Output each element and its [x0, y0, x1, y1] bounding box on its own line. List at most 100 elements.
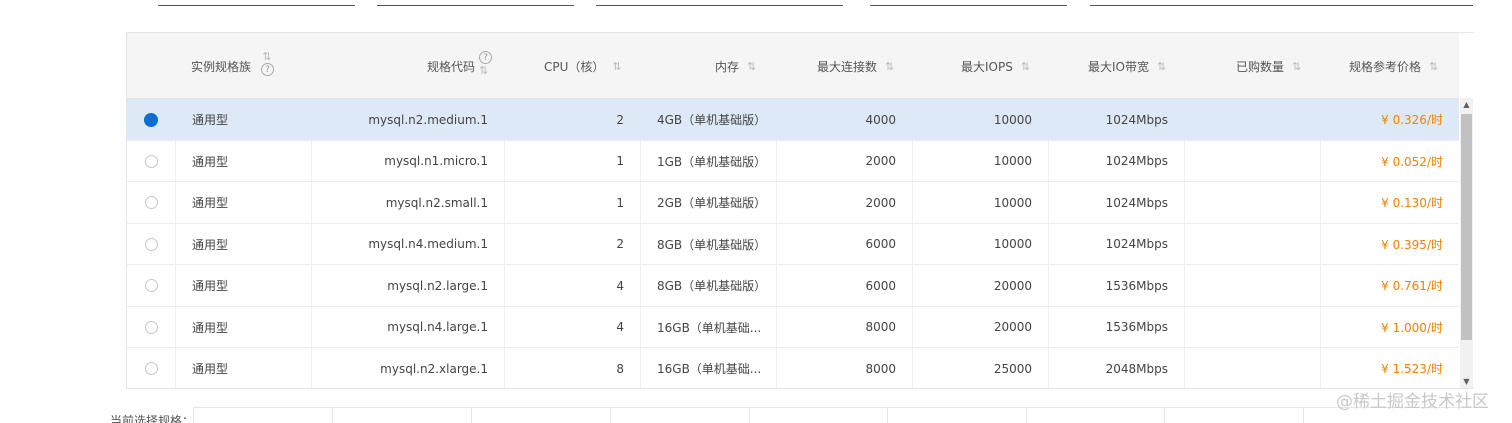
cell-iops: 20000: [913, 265, 1049, 306]
column-header-label: 最大连接数: [817, 59, 878, 74]
column-header-family[interactable]: 实例规格族 ⇅ ?: [191, 33, 275, 99]
filter-input-4[interactable]: [870, 5, 1067, 6]
filter-input-5[interactable]: [1090, 5, 1473, 6]
cell-family: 通用型: [176, 265, 312, 306]
table-row[interactable]: 通用型 mysql.n2.medium.1 2 4GB（单机基础版） 4000 10000…: [127, 99, 1459, 141]
cell-iops: 10000: [913, 182, 1049, 223]
sort-icon[interactable]: ⇅: [479, 64, 488, 77]
cell-family: 通用型: [176, 348, 312, 388]
row-radio[interactable]: [127, 99, 176, 140]
cell-bandwidth: 1024Mbps: [1049, 182, 1185, 223]
cell-bought: [1185, 265, 1321, 306]
cell-conn: 2000: [777, 140, 913, 182]
radio-button[interactable]: [144, 279, 158, 292]
row-radio[interactable]: [127, 306, 176, 348]
cell-price: ¥ 0.761/时: [1381, 279, 1443, 293]
cell-conn: 2000: [777, 182, 913, 223]
column-header-label: CPU（核）: [544, 59, 605, 74]
cell-bought: [1185, 223, 1321, 265]
cell-bandwidth: 2048Mbps: [1049, 348, 1185, 388]
row-radio[interactable]: [127, 182, 176, 223]
cell-cpu: 1: [505, 140, 641, 182]
column-header-memory[interactable]: 内存 ⇅: [715, 33, 756, 99]
column-header-bw[interactable]: 最大IO带宽 ⇅: [1088, 33, 1166, 99]
cell-conn: 6000: [777, 265, 913, 306]
row-radio[interactable]: [127, 223, 176, 265]
table-header: 实例规格族 ⇅ ? 规格代码 ? ⇅ CPU（核） ⇅ 内存 ⇅ 最大连接数 ⇅…: [127, 33, 1459, 99]
cell-price: ¥ 1.523/时: [1381, 362, 1443, 376]
cell-bandwidth: 1024Mbps: [1049, 223, 1185, 265]
table-scrollbar[interactable]: ▲ ▼: [1460, 98, 1473, 388]
cell-code: mysql.n2.xlarge.1: [312, 348, 505, 388]
table-row[interactable]: 通用型 mysql.n1.micro.1 1 1GB（单机基础版） 2000 10000 1…: [127, 140, 1459, 182]
filter-input-3[interactable]: [596, 5, 843, 6]
cell-memory: 4GB（单机基础版）: [657, 113, 767, 127]
column-header-label: 内存: [715, 59, 740, 74]
column-header-iops[interactable]: 最大IOPS ⇅: [961, 33, 1030, 99]
cell-iops: 10000: [913, 223, 1049, 265]
cell-bought: [1185, 140, 1321, 182]
column-header-bought[interactable]: 已购数量 ⇅: [1236, 33, 1301, 99]
cell-bought: [1185, 182, 1321, 223]
cell-cpu: 4: [505, 265, 641, 306]
cell-family: 通用型: [176, 306, 312, 348]
cell-code: mysql.n2.medium.1: [368, 112, 488, 127]
table-row[interactable]: 通用型 mysql.n4.medium.1 2 8GB（单机基础版） 6000 10000…: [127, 223, 1459, 265]
radio-button[interactable]: [144, 154, 158, 168]
scroll-up-icon[interactable]: ▲: [1460, 100, 1473, 109]
cell-iops: 20000: [913, 306, 1049, 348]
sort-icon[interactable]: ⇅: [1157, 60, 1166, 73]
column-header-price[interactable]: 规格参考价格 ⇅: [1349, 33, 1438, 99]
sort-icon[interactable]: ⇅: [1292, 60, 1301, 73]
help-icon[interactable]: ?: [479, 51, 493, 64]
row-radio[interactable]: [127, 140, 176, 182]
table-row[interactable]: 通用型 mysql.n2.small.1 1 2GB（单机基础版） 2000 10000 1…: [127, 182, 1459, 224]
filter-input-2[interactable]: [377, 5, 574, 6]
filter-input-1[interactable]: [158, 5, 355, 6]
cell-price: ¥ 0.130/时: [1381, 196, 1443, 210]
sort-icon[interactable]: ⇅: [747, 60, 756, 73]
cell-conn: 4000: [865, 112, 896, 127]
row-radio[interactable]: [127, 348, 176, 388]
sort-icon[interactable]: ⇅: [612, 60, 621, 73]
cell-price: ¥ 1.000/时: [1381, 320, 1443, 335]
radio-button[interactable]: [144, 362, 158, 375]
table-row[interactable]: 通用型 mysql.n4.large.1 4 16GB（单机基础... 8000 2000…: [127, 306, 1459, 348]
cell-memory: 8GB（单机基础版）: [641, 265, 777, 306]
cell-cpu: 1: [505, 182, 641, 223]
column-header-conn[interactable]: 最大连接数 ⇅: [817, 33, 894, 99]
cell-conn: 8000: [777, 348, 913, 388]
sort-icon[interactable]: ⇅: [262, 50, 271, 63]
cell-code: mysql.n1.micro.1: [312, 140, 505, 182]
cell-price: ¥ 0.395/时: [1381, 237, 1443, 252]
radio-button[interactable]: [144, 112, 158, 127]
cell-family: 通用型: [176, 223, 312, 265]
cell-memory: 2GB（单机基础版）: [641, 182, 777, 223]
cell-cpu: 2: [505, 223, 641, 265]
scroll-thumb[interactable]: [1461, 114, 1472, 340]
help-icon[interactable]: ?: [261, 63, 275, 76]
sort-icon[interactable]: ⇅: [1021, 60, 1030, 73]
column-header-label: 最大IOPS: [961, 59, 1013, 74]
cell-bandwidth: 1024Mbps: [1105, 112, 1168, 127]
cell-bought: [1185, 99, 1321, 140]
row-radio[interactable]: [127, 265, 176, 306]
column-header-cpu[interactable]: CPU（核） ⇅: [544, 33, 622, 99]
cell-code: mysql.n2.large.1: [312, 265, 505, 306]
spec-table: 实例规格族 ⇅ ? 规格代码 ? ⇅ CPU（核） ⇅ 内存 ⇅ 最大连接数 ⇅…: [126, 32, 1474, 389]
radio-button[interactable]: [144, 237, 158, 251]
table-row[interactable]: 通用型 mysql.n2.xlarge.1 8 16GB（单机基础... 8000 250…: [127, 348, 1459, 388]
cell-iops: 10000: [993, 112, 1032, 127]
cell-bandwidth: 1536Mbps: [1049, 306, 1185, 348]
sort-icon[interactable]: ⇅: [885, 60, 894, 73]
cell-bought: [1185, 348, 1321, 388]
page: 实例规格族 ⇅ ? 规格代码 ? ⇅ CPU（核） ⇅ 内存 ⇅ 最大连接数 ⇅…: [0, 0, 1512, 423]
table-row[interactable]: 通用型 mysql.n2.large.1 4 8GB（单机基础版） 6000 20000 1…: [127, 265, 1459, 307]
radio-button[interactable]: [144, 320, 158, 334]
sort-icon[interactable]: ⇅: [1429, 60, 1438, 73]
cell-iops: 25000: [913, 348, 1049, 388]
column-header-code[interactable]: 规格代码 ? ⇅: [427, 33, 493, 99]
scroll-down-icon[interactable]: ▼: [1460, 377, 1473, 386]
column-header-label: 规格代码: [427, 59, 476, 74]
radio-button[interactable]: [144, 196, 158, 209]
